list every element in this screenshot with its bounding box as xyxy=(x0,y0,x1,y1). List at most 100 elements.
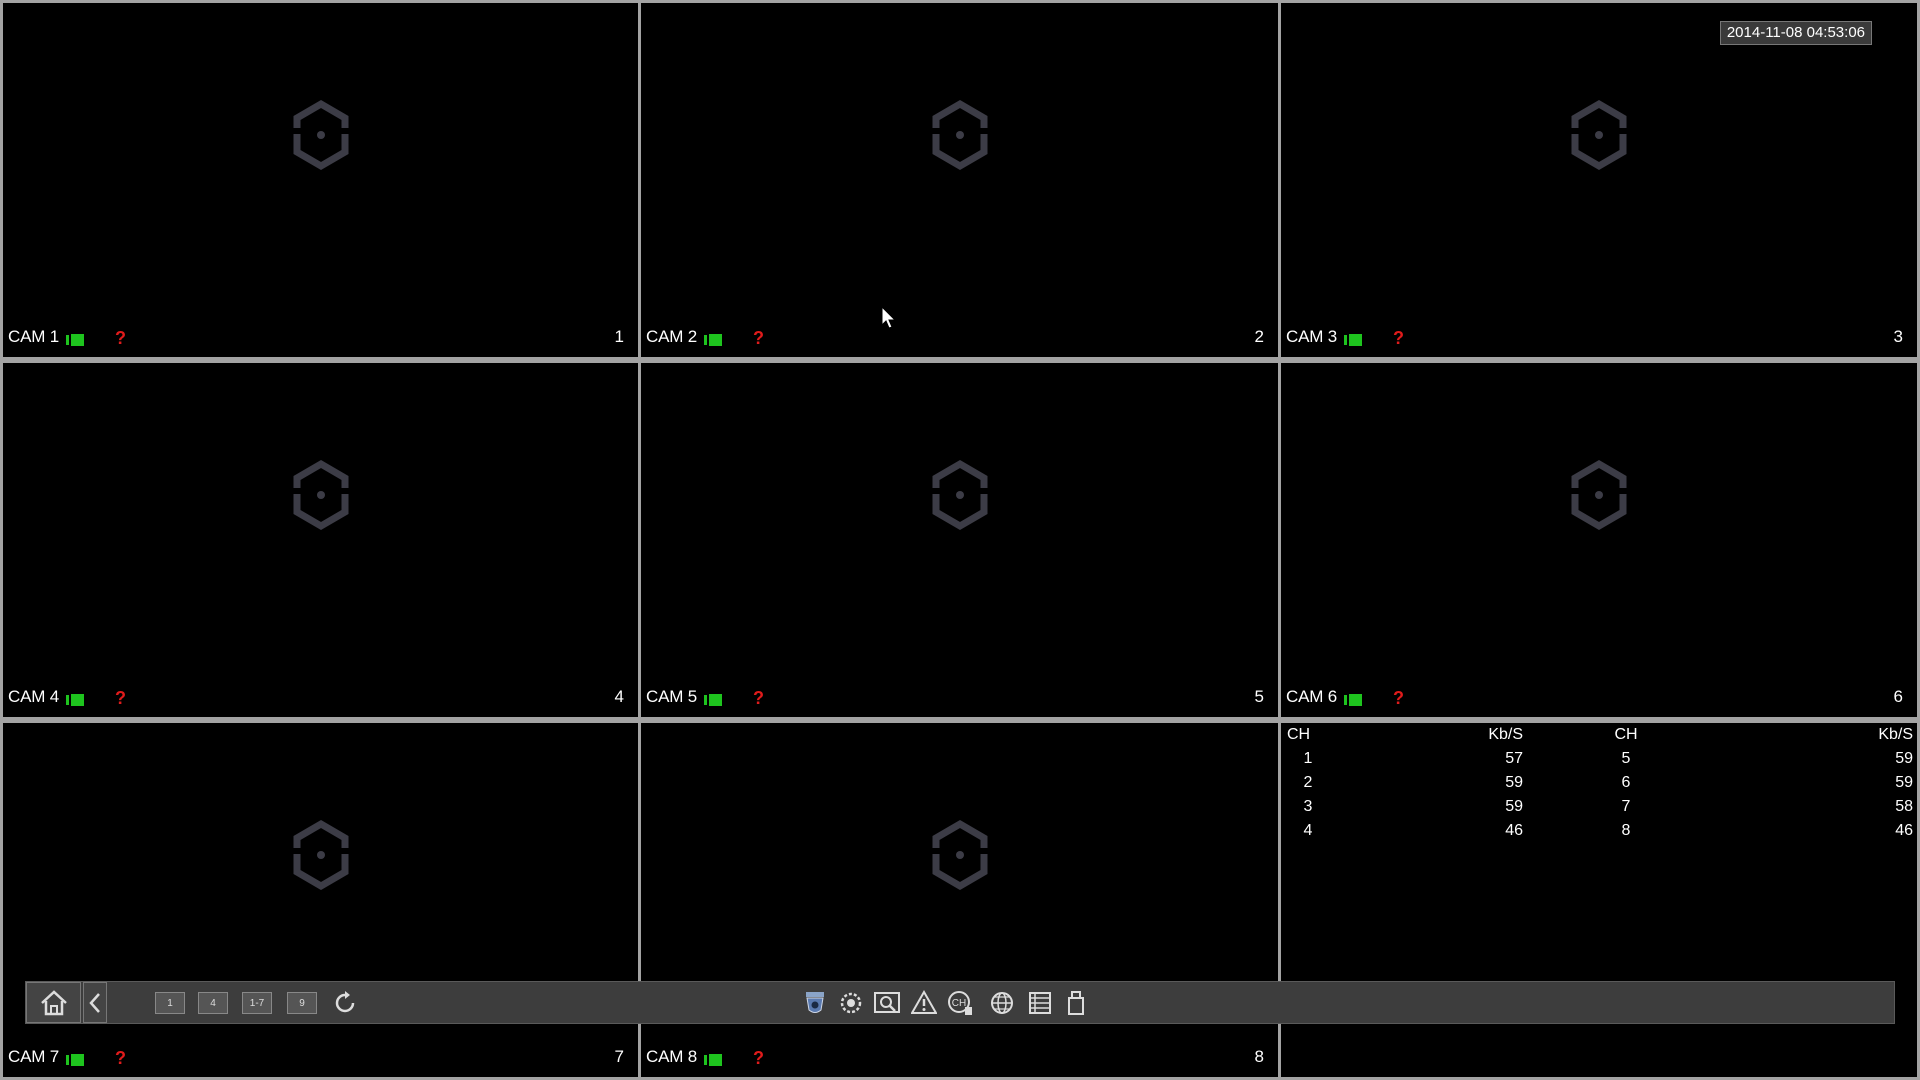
no-signal-icon: ? xyxy=(1393,688,1404,708)
network-icon xyxy=(991,992,1013,1014)
camera-tile-6[interactable]: CAM 6 ? 6 xyxy=(1281,363,1917,717)
table-cell: 58 xyxy=(1895,798,1913,815)
table-cell: 4 xyxy=(1303,822,1313,839)
search-icon xyxy=(874,992,900,1013)
search-button[interactable] xyxy=(872,988,902,1018)
usb-icon xyxy=(1068,991,1084,1015)
camera-tile-3[interactable]: 2014-11-08 04:53:06 CAM 3 ? 3 xyxy=(1281,3,1917,357)
camera-name: CAM 5 xyxy=(646,687,697,706)
camera-name: CAM 7 xyxy=(8,1047,59,1066)
brand-logo-icon xyxy=(927,459,992,531)
table-cell: 59 xyxy=(1505,798,1523,815)
camera-name: CAM 3 xyxy=(1286,327,1337,346)
table-cell: 2 xyxy=(1303,774,1313,791)
recording-icon xyxy=(66,334,84,346)
camera-tile-4[interactable]: CAM 4 ? 4 xyxy=(3,363,638,717)
collapse-bar-button[interactable] xyxy=(83,982,107,1023)
table-cell: 5 xyxy=(1621,750,1631,767)
home-icon xyxy=(40,989,67,1015)
recording-icon xyxy=(1344,334,1362,346)
quick-menu-bar: 1 4 1-7 9 CH xyxy=(25,981,1895,1024)
table-cell: 46 xyxy=(1895,822,1913,839)
channel-number: 3 xyxy=(1893,327,1903,346)
table-row: 2 59 6 59 xyxy=(1281,771,1917,795)
color-icon xyxy=(840,992,862,1014)
split-1-7-button[interactable]: 1-7 xyxy=(242,992,272,1014)
channel-number: 5 xyxy=(1254,687,1264,706)
main-menu-button[interactable] xyxy=(26,982,81,1023)
channel-number: 7 xyxy=(614,1047,624,1066)
refresh-icon xyxy=(335,991,355,1013)
column-header: CH xyxy=(1287,726,1311,743)
table-row: 1 57 5 59 xyxy=(1281,747,1917,771)
network-button[interactable] xyxy=(987,988,1017,1018)
usb-button[interactable] xyxy=(1061,988,1091,1018)
channel-info-icon: CH xyxy=(948,991,972,1015)
no-signal-icon: ? xyxy=(115,328,126,348)
table-cell: 8 xyxy=(1621,822,1631,839)
column-header: CH xyxy=(1614,726,1638,743)
bitrate-table: CH Kb/S CH Kb/S 1 57 5 59 2 59 6 59 3 59… xyxy=(1281,723,1917,843)
camera-name: CAM 8 xyxy=(646,1047,697,1066)
table-row: 3 59 7 58 xyxy=(1281,795,1917,819)
log-icon xyxy=(1029,992,1051,1014)
table-header-row: CH Kb/S CH Kb/S xyxy=(1281,723,1917,747)
split-4-button[interactable]: 4 xyxy=(198,992,228,1014)
recording-icon xyxy=(1344,694,1362,706)
camera-tile-1[interactable]: CAM 1 ? 1 xyxy=(3,3,638,357)
no-signal-icon: ? xyxy=(115,1048,126,1068)
table-row: 4 46 8 46 xyxy=(1281,819,1917,843)
brand-logo-icon xyxy=(288,99,353,171)
recording-icon xyxy=(66,1054,84,1066)
column-header: Kb/S xyxy=(1488,726,1523,743)
table-cell: 59 xyxy=(1895,750,1913,767)
sequence-button[interactable] xyxy=(330,988,360,1018)
no-signal-icon: ? xyxy=(753,1048,764,1068)
table-cell: 57 xyxy=(1505,750,1523,767)
ptz-button[interactable] xyxy=(800,988,830,1018)
color-setting-button[interactable] xyxy=(836,988,866,1018)
channel-number: 1 xyxy=(614,327,624,346)
camera-tile-2[interactable]: CAM 2 ? 2 xyxy=(641,3,1278,357)
chevron-left-icon xyxy=(89,992,100,1013)
camera-grid: CAM 1 ? 1 CAM 2 ? 2 2014-11-08 04:53:06 … xyxy=(3,3,1917,1077)
table-cell: 46 xyxy=(1505,822,1523,839)
system-clock: 2014-11-08 04:53:06 xyxy=(1719,21,1872,45)
no-signal-icon: ? xyxy=(753,688,764,708)
brand-logo-icon xyxy=(1567,459,1631,531)
channel-number: 4 xyxy=(614,687,624,706)
split-1-button[interactable]: 1 xyxy=(155,992,185,1014)
alarm-button[interactable] xyxy=(909,988,939,1018)
channel-info-button[interactable]: CH xyxy=(945,988,975,1018)
camera-tile-5[interactable]: CAM 5 ? 5 xyxy=(641,363,1278,717)
dvr-live-view: CAM 1 ? 1 CAM 2 ? 2 2014-11-08 04:53:06 … xyxy=(0,0,1920,1080)
table-cell: 59 xyxy=(1505,774,1523,791)
table-cell: 6 xyxy=(1621,774,1631,791)
brand-logo-icon xyxy=(1567,99,1631,171)
camera-name: CAM 6 xyxy=(1286,687,1337,706)
camera-name: CAM 4 xyxy=(8,687,59,706)
split-9-button[interactable]: 9 xyxy=(287,992,317,1014)
brand-logo-icon xyxy=(927,819,992,891)
brand-logo-icon xyxy=(288,819,353,891)
ptz-icon xyxy=(806,992,824,1013)
table-cell: 3 xyxy=(1303,798,1313,815)
no-signal-icon: ? xyxy=(115,688,126,708)
recording-icon xyxy=(66,694,84,706)
recording-icon xyxy=(704,334,722,346)
table-cell: 7 xyxy=(1621,798,1631,815)
brand-logo-icon xyxy=(927,99,992,171)
channel-number: 6 xyxy=(1893,687,1903,706)
channel-number: 2 xyxy=(1254,327,1264,346)
brand-logo-icon xyxy=(288,459,353,531)
mouse-pointer-icon xyxy=(881,306,897,329)
alarm-icon xyxy=(911,990,937,1014)
recording-icon xyxy=(704,1054,722,1066)
camera-name: CAM 1 xyxy=(8,327,59,346)
log-button[interactable] xyxy=(1025,988,1055,1018)
column-header: Kb/S xyxy=(1878,726,1913,743)
table-cell: 59 xyxy=(1895,774,1913,791)
camera-name: CAM 2 xyxy=(646,327,697,346)
recording-icon xyxy=(704,694,722,706)
no-signal-icon: ? xyxy=(753,328,764,348)
